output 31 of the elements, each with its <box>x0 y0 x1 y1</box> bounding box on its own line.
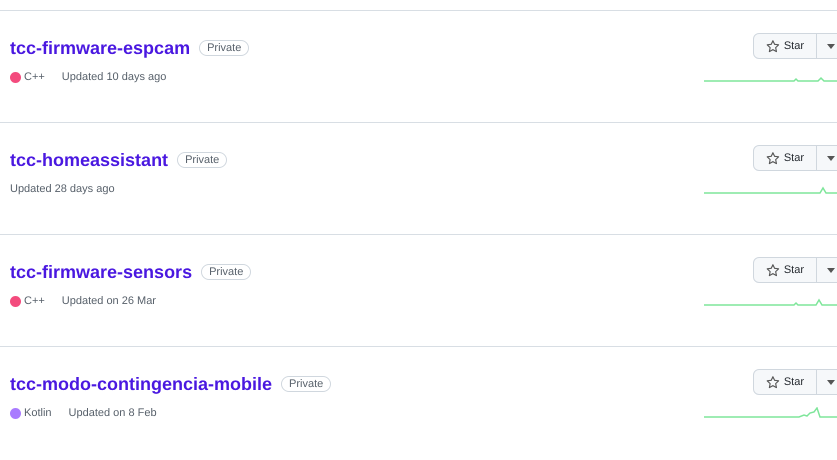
star-button[interactable]: Star <box>753 369 817 395</box>
repository-link[interactable]: tcc-firmware-espcam <box>10 38 190 58</box>
language-label: C++ <box>24 71 45 83</box>
repository-link[interactable]: tcc-firmware-sensors <box>10 262 192 282</box>
star-icon <box>766 262 780 278</box>
visibility-label: Private <box>281 376 332 392</box>
visibility-label: Private <box>199 40 250 56</box>
updated-time: Updated on 8 Feb <box>68 407 157 419</box>
star-dropdown-button[interactable] <box>817 369 837 395</box>
star-dropdown-button[interactable] <box>817 33 837 59</box>
repository-link[interactable]: tcc-homeassistant <box>10 150 168 170</box>
caret-icon <box>826 44 834 48</box>
star-button[interactable]: Star <box>753 257 817 283</box>
language-label: Kotlin <box>24 407 52 419</box>
star-dropdown-button[interactable] <box>817 145 837 171</box>
updated-time: Updated on 26 Mar <box>62 295 156 307</box>
caret-icon <box>826 156 834 160</box>
updated-time: Updated 10 days ago <box>62 71 166 83</box>
star-icon <box>766 374 780 390</box>
star-icon <box>766 150 780 166</box>
language-label: C++ <box>24 295 45 307</box>
caret-icon <box>826 268 834 272</box>
repository-link[interactable]: tcc-modo-contingencia-mobile <box>10 374 272 394</box>
updated-time: Updated 28 days ago <box>10 183 115 195</box>
visibility-label: Private <box>177 152 228 168</box>
star-button[interactable]: Star <box>753 145 817 171</box>
caret-icon <box>826 380 834 384</box>
star-dropdown-button[interactable] <box>817 257 837 283</box>
visibility-label: Private <box>201 264 252 280</box>
star-button[interactable]: Star <box>753 33 817 59</box>
star-icon <box>766 38 780 54</box>
